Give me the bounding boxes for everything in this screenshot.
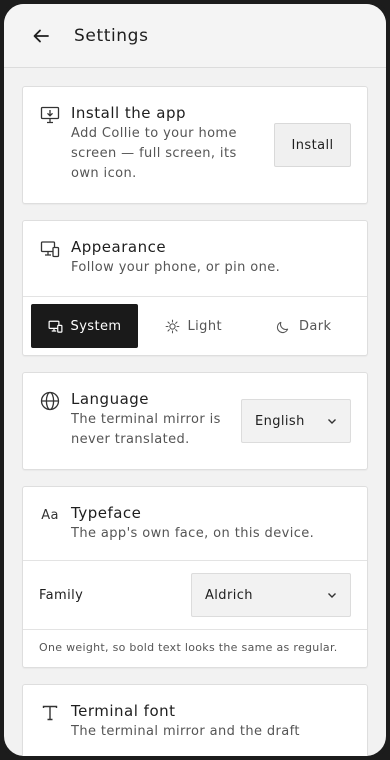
theme-option-dark[interactable]: Dark [249,304,360,348]
language-select[interactable]: English [241,399,351,443]
theme-option-light[interactable]: Light [138,304,249,348]
language-value: English [255,413,305,429]
theme-option-system[interactable]: System [31,304,138,348]
terminal-font-card: Terminal font The terminal mirror and th… [22,684,368,756]
page-title: Settings [74,25,149,46]
appearance-devices-icon [39,238,61,260]
language-card: Language The terminal mirror is never tr… [22,372,368,470]
install-monitor-icon [39,104,61,126]
chevron-down-icon [328,593,336,598]
typeface-card: Aa Typeface The app's own face, on this … [22,486,368,668]
install-title: Install the app [71,104,187,122]
install-button[interactable]: Install [274,123,351,167]
typeface-icon: Aa [41,507,59,523]
terminal-font-description: The terminal mirror and the draft [71,724,300,739]
back-button[interactable] [30,25,52,47]
typeface-note: One weight, so bold text looks the same … [39,641,338,654]
install-description: Add Collie to your home screen — full sc… [71,126,237,181]
appearance-card: Appearance Follow your phone, or pin one… [22,220,368,356]
appearance-description: Follow your phone, or pin one. [71,260,281,275]
moon-icon [276,321,289,333]
family-row: Family Aldrich [23,561,367,629]
phone-frame: Settings Install the app Add Collie to y… [0,0,390,760]
family-value: Aldrich [205,587,253,603]
appearance-title: Appearance [71,238,167,256]
terminal-font-title: Terminal font [71,702,176,720]
language-title: Language [71,390,150,408]
family-label: Family [39,587,84,603]
theme-option-label: Dark [299,318,332,334]
settings-list: Install the app Add Collie to your home … [4,68,386,756]
app-header: Settings [4,4,386,68]
theme-option-label: System [70,318,122,334]
install-card: Install the app Add Collie to your home … [22,86,368,204]
family-select[interactable]: Aldrich [191,573,351,617]
typeface-title: Typeface [71,504,142,522]
chevron-down-icon [328,419,336,424]
text-t-icon [39,702,61,724]
globe-icon [39,390,61,412]
theme-segmented-control: System Light Dark [23,297,367,355]
appearance-devices-icon [48,320,63,333]
language-description: The terminal mirror is never translated. [71,412,221,447]
theme-option-label: Light [187,318,222,334]
typeface-description: The app's own face, on this device. [71,526,315,541]
back-arrow-icon [33,29,49,42]
sun-icon [165,319,179,333]
